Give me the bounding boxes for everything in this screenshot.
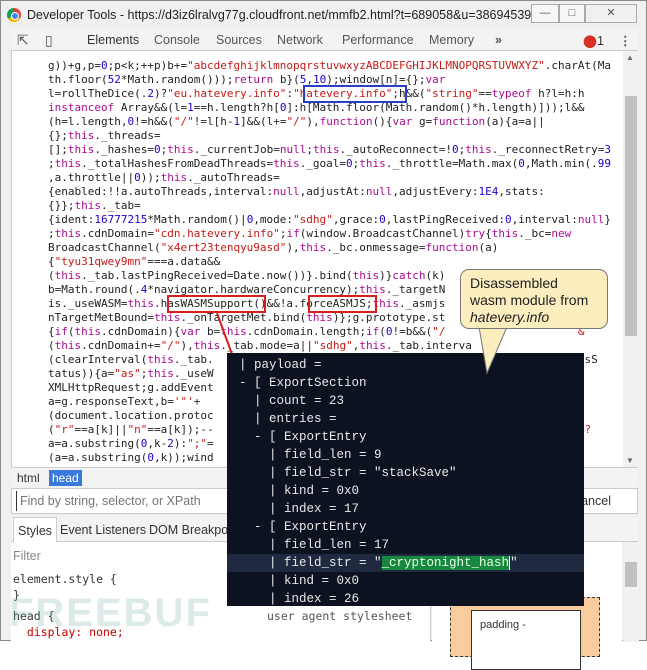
callout-text: Disassembled: [470, 275, 558, 291]
callout-text: wasm module from: [470, 292, 589, 308]
annotation-callout: Disassembled wasm module from hatevery.i…: [460, 269, 608, 329]
callout-text: hatevery.info: [470, 309, 550, 325]
devtools-window: Developer Tools - https://d3iz6lralvg77g…: [0, 0, 647, 670]
